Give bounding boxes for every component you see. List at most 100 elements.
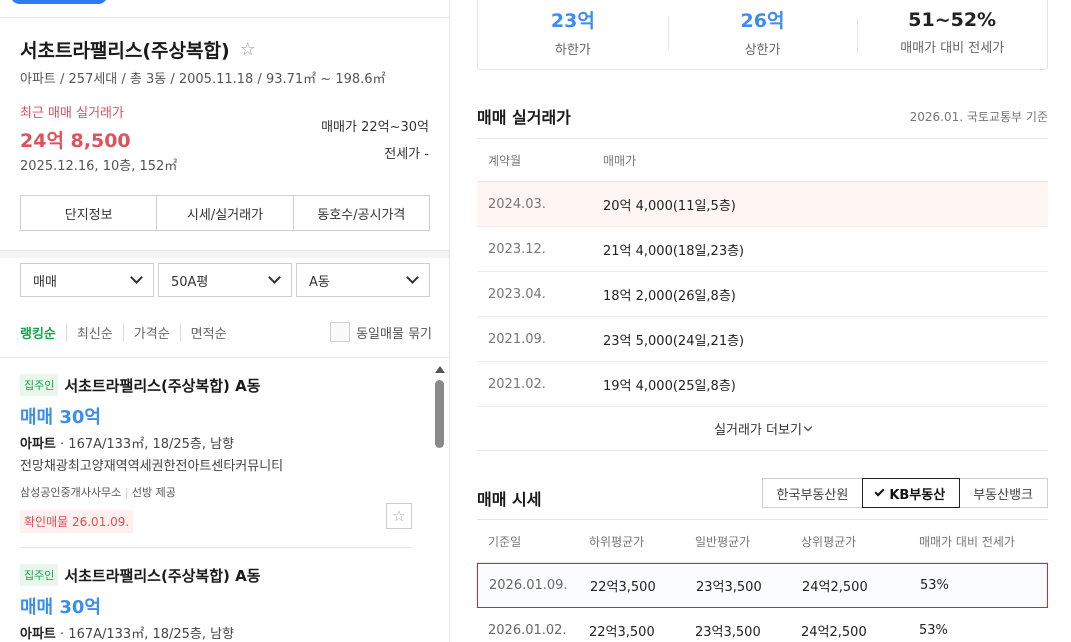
stat-lower-price: 23억 하한가 [478,6,668,58]
chevron-down-icon [130,271,143,284]
header-mid-avg: 일반평균가 [695,534,751,549]
listing-spec: 아파트 · 167A/133㎡, 18/25층, 남향 [20,627,235,642]
lease-range-label: 전세가 [384,147,421,162]
listing-divider [20,547,412,548]
header-low-avg: 하위평균가 [589,534,645,549]
tab-complex-info[interactable]: 단지정보 [21,196,158,230]
section-separator [0,250,449,258]
table-row[interactable]: 2023.04. 18억 2,000(26일,8층) [477,272,1048,317]
tab-korea-real-estate-board[interactable]: 한국부동산원 [763,479,864,507]
table-row[interactable]: 2026.01.09. 22억3,500 23억3,500 24억2,500 5… [477,563,1048,608]
price-range: 매매가 22억~30억 전세가 - [321,114,429,168]
market-source-tabs: 한국부동산원 KB부동산 부동산뱅크 [761,478,1048,508]
listing-favorite-star-icon[interactable]: ☆ [386,503,412,529]
tx-month: 2021.09. [488,331,546,347]
top-blue-tab[interactable] [10,0,108,4]
sort-latest[interactable]: 최신순 [77,322,124,342]
listing-agent: 삼성공인중개사사무소 | 선방 제공 [20,486,176,499]
area-value: 50A평 [171,274,209,290]
lease-range-value: - [424,147,429,162]
top-divider [0,17,449,18]
table-row[interactable]: 2024.03. 20억 4,000(11일,5층) [477,182,1048,227]
recent-trade-detail: 2025.12.16, 10층, 152㎡ [20,159,178,174]
sort-bar: 랭킹순 최신순 가격순 면적순 동일매물 묶기 [20,322,432,342]
same-listing-checkbox[interactable] [330,322,351,342]
building-select[interactable]: A동 [296,263,430,297]
tab-kb-real-estate[interactable]: KB부동산 [862,478,961,508]
stat-value: 26억 [740,10,785,32]
listing-head: 집주인 서초트라팰리스(주상복합) A동 [20,374,412,396]
market-header: 기준일 하위평균가 일반평균가 상위평균가 매매가 대비 전세가 [477,519,1048,563]
market-date: 2026.01.09. [489,578,568,593]
list-item[interactable]: 집주인 서초트라팰리스(주상복합) A동 매매 30억 아파트 · 167A/1… [20,374,412,533]
tx-price: 18억 2,000(26일,8층) [603,288,736,304]
chevron-down-icon [803,422,813,431]
agent-name: 삼성공인중개사사무소 [20,486,122,499]
tx-price: 23억 5,000(24일,21층) [603,333,745,349]
market-table: 기준일 하위평균가 일반평균가 상위평균가 매매가 대비 전세가 2026.01… [477,519,1048,642]
sale-range: 매매가 22억~30억 [321,114,429,141]
tx-month: 2021.02. [488,376,546,392]
sale-range-label: 매매가 [321,120,357,135]
lease-range: 전세가 - [321,141,429,168]
same-listing-toggle[interactable]: 동일매물 묶기 [330,322,432,342]
table-row[interactable]: 2026.01.02. 22억3,500 23억3,500 24억2,500 5… [477,608,1048,642]
market-ratio: 53% [920,578,949,593]
listing-head: 집주인 서초트라팰리스(주상복합) A동 [20,564,412,586]
transactions-table: 계약월 매매가 2024.03. 20억 4,000(11일,5층) 2023.… [477,138,1048,451]
stat-upper-price: 26억 상한가 [667,6,858,58]
right-panel: 23억 하한가 26억 상한가 51~52% 매매가 대비 전세가 매매 실거래… [451,0,1071,642]
area-select[interactable]: 50A평 [158,263,292,297]
sort-ranking[interactable]: 랭킹순 [20,322,67,342]
header-sale-price: 매매가 [603,153,637,168]
more-transactions-button[interactable]: 실거래가 더보기 [477,407,1048,451]
confirmed-listing-badge: 확인매물 26.01.09. [20,510,134,533]
tx-price: 21억 4,000(18일,23층) [603,243,745,259]
listing-spec-text: 167A/133㎡, 18/25층, 남향 [68,437,235,452]
transactions-note: 2026.01. 국토교통부 기준 [909,110,1048,124]
tx-price: 20억 4,000(11일,5층) [603,198,736,214]
owner-badge: 집주인 [20,374,59,396]
app-root: 서초트라팰리스(주상복합) ☆ 아파트 / 257세대 / 총 3동 / 200… [0,0,1071,642]
stat-label: 매매가 대비 전세가 [900,40,1005,56]
header-lease-ratio: 매매가 대비 전세가 [919,534,1015,549]
table-row[interactable]: 2021.09. 23억 5,000(24일,21층) [477,317,1048,362]
table-row[interactable]: 2021.02. 19억 4,000(25일,8층) [477,362,1048,407]
listing-title: 서초트라팰리스(주상복합) A동 [64,376,261,395]
favorite-star-icon[interactable]: ☆ [240,39,256,60]
stat-label: 하한가 [554,43,591,58]
trade-type-select[interactable]: 매매 [20,263,154,297]
scroll-thumb[interactable] [435,380,444,448]
sort-price[interactable]: 가격순 [134,322,181,342]
tab-kb-label: KB부동산 [889,487,946,503]
sale-range-value: 22억~30억 [361,120,429,135]
chevron-down-icon [406,271,419,284]
header-contract-month: 계약월 [488,153,522,168]
listing-list: 집주인 서초트라팰리스(주상복합) A동 매매 30억 아파트 · 167A/1… [0,358,449,642]
table-row[interactable]: 2023.12. 21억 4,000(18일,23층) [477,227,1048,272]
recent-trade-label: 최근 매매 실거래가 [20,106,124,121]
provider-name: 선방 제공 [131,486,176,499]
check-icon [874,486,885,496]
tab-market-price[interactable]: 시세/실거래가 [157,196,294,230]
filter-bar: 매매 50A평 A동 [20,263,430,297]
market-date: 2026.01.02. [488,622,567,638]
header-high-avg: 상위평균가 [801,534,857,549]
tab-real-estate-bank[interactable]: 부동산뱅크 [959,479,1047,507]
stat-value: 51~52% [908,8,997,31]
listing-description: 전망채광최고양재역역세권한전아트센타커뮤니티 [20,459,284,474]
complex-title-text: 서초트라팰리스(주상복합) [20,40,230,62]
chevron-down-icon [268,271,281,284]
tx-month: 2023.12. [488,241,546,257]
price-stats-card: 23억 하한가 26억 상한가 51~52% 매매가 대비 전세가 [477,0,1048,70]
tab-unit-public-price[interactable]: 동호수/공시가격 [294,196,429,230]
market-high: 24억2,500 [801,624,867,640]
same-listing-label: 동일매물 묶기 [356,326,432,342]
listing-scrollbar[interactable] [433,362,447,642]
tx-price: 19억 4,000(25일,8층) [603,378,736,394]
list-item[interactable]: 집주인 서초트라팰리스(주상복합) A동 매매 30억 아파트 · 167A/1… [20,564,412,642]
listing-title: 서초트라팰리스(주상복합) A동 [64,566,261,585]
listing-price: 매매 30억 [20,597,101,618]
scroll-up-arrow-icon[interactable] [435,366,445,373]
sort-area[interactable]: 면적순 [191,323,237,342]
